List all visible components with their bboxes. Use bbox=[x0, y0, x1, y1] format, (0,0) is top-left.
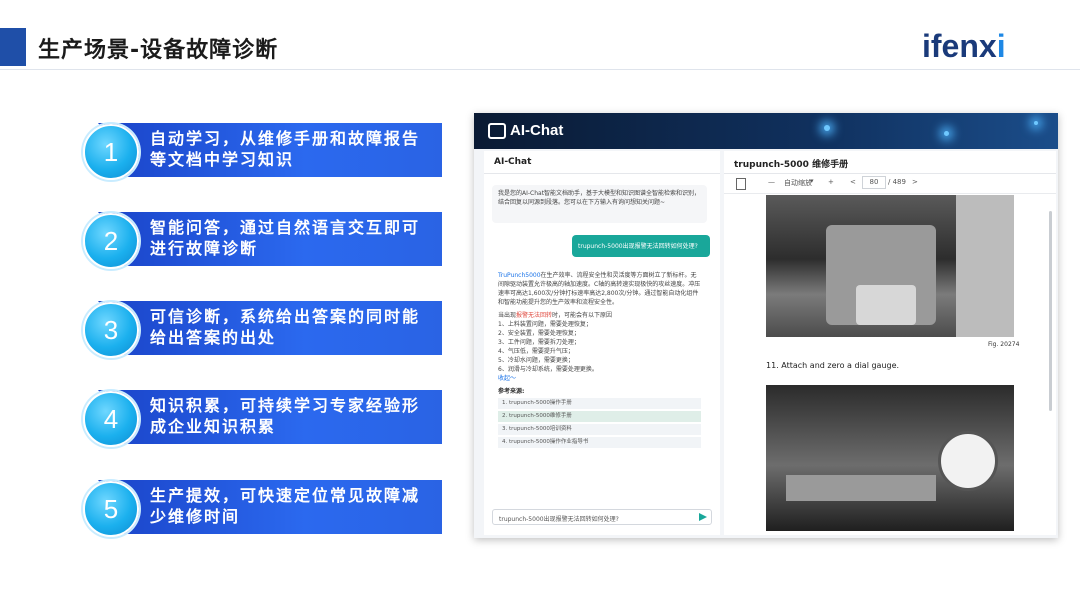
feature-number: 1 bbox=[83, 124, 139, 180]
machine-part bbox=[856, 285, 916, 325]
next-page-button[interactable]: > bbox=[912, 178, 918, 186]
pane-divider bbox=[724, 173, 1056, 174]
bot-answer-message: TruPunch5000在生产效率、流程安全性和灵活度等方面树立了新标杆。无间隙… bbox=[492, 267, 707, 457]
chat-input-value: trupunch-5000出现报警无法回转如何处理? bbox=[499, 516, 619, 523]
feature-item-5: 5 生产提效，可快速定位常见故障减少维修时间 bbox=[80, 477, 442, 537]
manual-step-text: 11. Attach and zero a dial gauge. bbox=[766, 361, 900, 370]
document-viewer[interactable]: Fig. 20274 11. Attach and zero a dial ga… bbox=[742, 195, 1042, 531]
document-pane: trupunch-5000 维修手册 — 自动缩放 ▾ + < 80 / 489… bbox=[724, 151, 1056, 535]
feature-text: 知识积累，可持续学习专家经验形成企业知识积累 bbox=[150, 396, 421, 436]
ifenxi-logo: ifenxi bbox=[922, 28, 1006, 65]
cause-item: 4、气压低，需要提升气压； bbox=[498, 348, 574, 355]
feature-item-2: 2 智能问答，通过自然语言交互即可进行故障诊断 bbox=[80, 209, 442, 269]
figure-label: Fig. 20274 bbox=[988, 341, 1020, 348]
machine-part bbox=[956, 195, 1014, 337]
document-icon[interactable] bbox=[736, 178, 746, 190]
title-accent-bar bbox=[0, 28, 26, 66]
chat-pane-title: AI-Chat bbox=[494, 157, 532, 167]
pdf-toolbar: — 自动缩放 ▾ + < 80 / 489 > bbox=[724, 175, 1056, 194]
answer-intro-pre: 当出现 bbox=[498, 312, 517, 319]
cause-item: 1、上料装置问题，需要处理恢复； bbox=[498, 321, 592, 328]
feature-text: 智能问答，通过自然语言交互即可进行故障诊断 bbox=[150, 218, 421, 258]
logo-accent: i bbox=[996, 28, 1006, 64]
prev-page-button[interactable]: < bbox=[850, 178, 856, 186]
logo-text: ifenx bbox=[922, 28, 997, 64]
dial-gauge-photo bbox=[766, 385, 1014, 531]
feature-text: 可信诊断，系统给出答案的同时能给出答案的出处 bbox=[150, 307, 421, 347]
answer-intro: 当出现报警无法回转时，可能会有以下原因 bbox=[498, 311, 701, 320]
decor-glow bbox=[944, 131, 949, 136]
document-scrollbar[interactable] bbox=[1049, 211, 1052, 411]
chat-bubble-icon bbox=[488, 123, 506, 140]
machine-part bbox=[786, 475, 936, 501]
chevron-down-icon[interactable]: ▾ bbox=[810, 177, 814, 185]
feature-text: 生产提效，可快速定位常见故障减少维修时间 bbox=[150, 486, 421, 526]
reference-item[interactable]: 4. trupunch-5000操作作业指导书 bbox=[498, 437, 701, 448]
feature-number: 4 bbox=[83, 391, 139, 447]
decor-glow bbox=[1034, 121, 1038, 125]
answer-paragraph: TruPunch5000在生产效率、流程安全性和灵活度等方面树立了新标杆。无间隙… bbox=[498, 271, 701, 307]
header-divider bbox=[0, 69, 1080, 70]
feature-number: 5 bbox=[83, 481, 139, 537]
collapse-link[interactable]: 收起～ bbox=[498, 374, 701, 383]
page-total: / 489 bbox=[888, 178, 906, 186]
reference-item[interactable]: 3. trupunch-5000培训资料 bbox=[498, 424, 701, 435]
app-header: AI-Chat bbox=[474, 113, 1058, 149]
cause-item: 2、安全装置，需要处理恢复； bbox=[498, 330, 580, 337]
document-pane-title: trupunch-5000 维修手册 bbox=[734, 160, 849, 170]
user-question-bubble: trupunch-5000出现报警无法回转如何处理? bbox=[572, 235, 710, 257]
feature-text: 自动学习，从维修手册和故障报告等文档中学习知识 bbox=[150, 129, 421, 169]
answer-intro-highlight: 报警无法回转 bbox=[516, 312, 553, 319]
cause-item: 5、冷却水问题，需要更换； bbox=[498, 357, 574, 364]
zoom-in-button[interactable]: + bbox=[828, 178, 834, 186]
zoom-out-button[interactable]: — bbox=[768, 178, 775, 186]
reference-item[interactable]: 1. trupunch-5000操作手册 bbox=[498, 398, 701, 409]
machine-photo bbox=[766, 195, 1014, 337]
page-title: 生产场景-设备故障诊断 bbox=[38, 38, 279, 63]
pane-divider bbox=[484, 173, 720, 174]
decor-glow bbox=[824, 125, 830, 131]
dial-gauge bbox=[938, 431, 998, 491]
cause-item: 3、工件问题，需要拆刀处理； bbox=[498, 339, 580, 346]
answer-link[interactable]: TruPunch5000 bbox=[498, 272, 541, 279]
feature-number: 2 bbox=[83, 213, 139, 269]
feature-number: 3 bbox=[83, 302, 139, 358]
cause-item: 6、润滑与冷却系统，需要处理更换。 bbox=[498, 366, 598, 373]
reference-item[interactable]: 2. trupunch-5000维修手册 bbox=[498, 411, 701, 422]
app-logo: AI-Chat bbox=[488, 122, 564, 140]
send-icon[interactable] bbox=[699, 513, 707, 521]
ai-chat-screenshot: AI-Chat AI-Chat 我是您的AI-Chat智能文档助手，基于大模型和… bbox=[474, 113, 1058, 538]
reference-title: 参考来源: bbox=[498, 388, 525, 395]
feature-item-3: 3 可信诊断，系统给出答案的同时能给出答案的出处 bbox=[80, 298, 442, 358]
feature-item-4: 4 知识积累，可持续学习专家经验形成企业知识积累 bbox=[80, 387, 442, 447]
zoom-select[interactable]: 自动缩放 bbox=[784, 178, 812, 188]
feature-item-1: 1 自动学习，从维修手册和故障报告等文档中学习知识 bbox=[80, 120, 442, 180]
page-number-input[interactable]: 80 bbox=[862, 176, 886, 189]
chat-input[interactable]: trupunch-5000出现报警无法回转如何处理? bbox=[492, 509, 712, 525]
chat-pane: AI-Chat 我是您的AI-Chat智能文档助手，基于大模型和知识图谱全智能检… bbox=[484, 151, 720, 535]
bot-intro-message: 我是您的AI-Chat智能文档助手，基于大模型和知识图谱全智能检索和识别，结合回… bbox=[492, 185, 707, 223]
answer-intro-post: 时，可能会有以下原因 bbox=[552, 312, 613, 319]
app-logo-text: AI-Chat bbox=[510, 122, 564, 139]
